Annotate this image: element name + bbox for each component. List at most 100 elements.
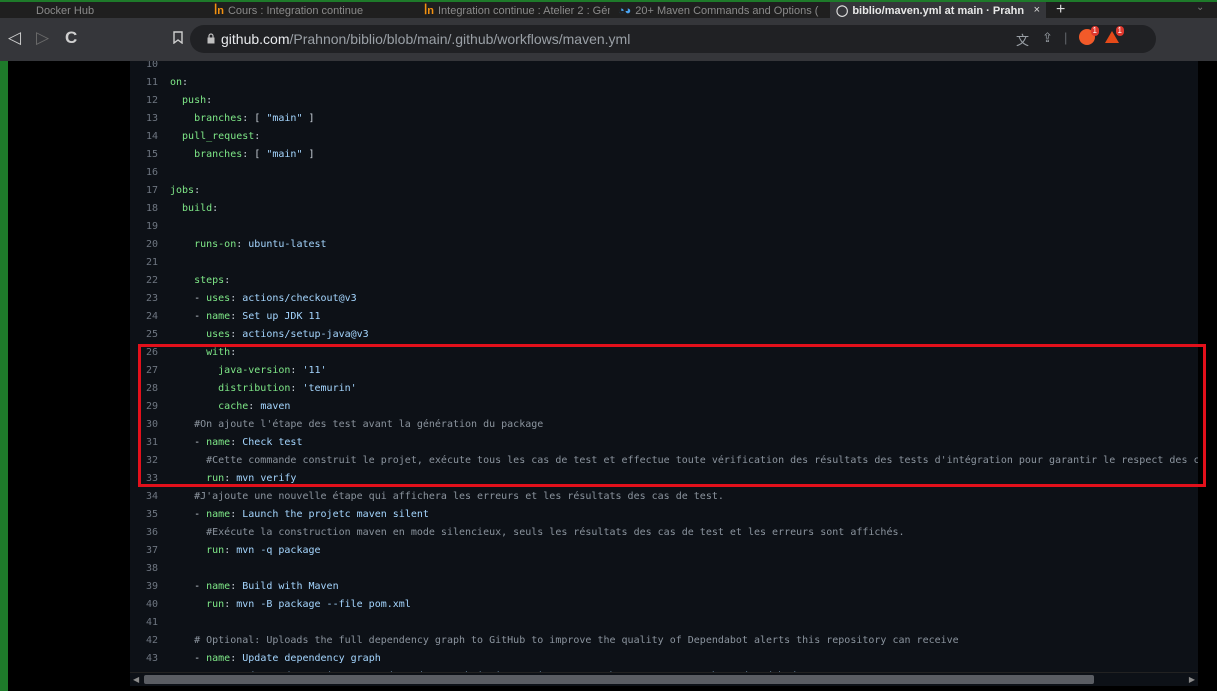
scrollbar-thumb[interactable] [144, 675, 1094, 684]
line-number[interactable]: 19 [130, 218, 158, 236]
line-number[interactable]: 17 [130, 182, 158, 200]
brave-shields-icon[interactable]: 1 [1079, 26, 1099, 45]
code-token: : [230, 437, 243, 448]
code-line: 37 run: mvn -q package [130, 542, 1198, 560]
line-number[interactable]: 30 [130, 416, 158, 434]
brave-rewards-icon[interactable]: 1 [1104, 26, 1124, 45]
line-content: run: mvn verify [170, 470, 296, 488]
rewards-badge-count: 1 [1115, 26, 1124, 36]
code-line: 18 build: [130, 200, 1198, 218]
line-content: build: [170, 200, 218, 218]
line-number[interactable]: 12 [130, 92, 158, 110]
line-content: branches: [ "main" ] [170, 110, 315, 128]
line-number[interactable]: 43 [130, 650, 158, 668]
line-number[interactable]: 14 [130, 128, 158, 146]
code-token: name [206, 311, 231, 322]
screen-border [0, 61, 8, 691]
code-token: #J'ajoute une nouvelle étape qui affiche… [170, 491, 724, 502]
tab-atelier-2[interactable]: ꟾn Integration continue : Atelier 2 : Gé… [418, 2, 610, 18]
line-number[interactable]: 25 [130, 326, 158, 344]
line-number[interactable]: 41 [130, 614, 158, 632]
scroll-left-arrow[interactable]: ◀ [133, 673, 139, 686]
code-token: : [230, 347, 237, 358]
address-bar[interactable]: github.com/Prahnon/biblio/blob/main/.git… [173, 25, 1156, 53]
code-token: : [ [242, 113, 267, 124]
line-number[interactable]: 21 [130, 254, 158, 272]
line-number[interactable]: 13 [130, 110, 158, 128]
close-icon[interactable]: × [1034, 3, 1040, 17]
line-number[interactable]: 42 [130, 632, 158, 650]
code-line: 28 distribution: 'temurin' [130, 380, 1198, 398]
line-number[interactable]: 29 [130, 398, 158, 416]
browser-toolbar: ◁ ▷ C github.com/Prahnon/biblio/blob/mai… [0, 18, 1217, 61]
horizontal-scrollbar[interactable]: ◀ ▶ [130, 672, 1198, 686]
tab-label: biblio/maven.yml at main · Prahn [852, 5, 1025, 17]
line-number[interactable]: 36 [130, 524, 158, 542]
code-line: 31 - name: Check test [130, 434, 1198, 452]
line-number[interactable]: 34 [130, 488, 158, 506]
tab-maven-yml[interactable]: ◯ biblio/maven.yml at main · Prahn × [830, 2, 1046, 18]
code-token: - [170, 509, 207, 520]
line-content: jobs: [170, 182, 200, 200]
line-number[interactable]: 23 [130, 290, 158, 308]
code-line: 19 [130, 218, 1198, 236]
new-tab-button[interactable]: + [1056, 2, 1065, 18]
tab-search-icon[interactable]: ⌄ [1196, 2, 1204, 13]
code-token: run [170, 599, 225, 610]
line-number[interactable]: 18 [130, 200, 158, 218]
line-number[interactable]: 24 [130, 308, 158, 326]
tab-cours-integration[interactable]: ꟾn Cours : Integration continue [208, 2, 398, 18]
code-token: "main" [266, 113, 303, 124]
line-number[interactable]: 37 [130, 542, 158, 560]
line-number[interactable]: 35 [130, 506, 158, 524]
reload-button[interactable]: C [65, 29, 77, 47]
line-number[interactable]: 39 [130, 578, 158, 596]
line-number[interactable]: 22 [130, 272, 158, 290]
share-icon[interactable]: ⇪ [1042, 30, 1053, 46]
code-token: branches [170, 113, 243, 124]
geeks-icon: ◔◕ [618, 5, 632, 17]
code-token: steps [170, 275, 225, 286]
back-button[interactable]: ◁ [8, 29, 21, 47]
forward-button[interactable]: ▷ [36, 29, 49, 47]
code-line: 16 [130, 164, 1198, 182]
line-number[interactable]: 32 [130, 452, 158, 470]
line-number[interactable]: 11 [130, 74, 158, 92]
line-content: run: mvn -B package --file pom.xml [170, 596, 411, 614]
code-token: ] [302, 113, 315, 124]
code-viewer[interactable]: 10 11 on: 12 push: 13 branches: [ "main" ] 14… [130, 61, 1198, 672]
code-token: : [224, 599, 237, 610]
code-token: : [290, 365, 303, 376]
line-content: #On ajoute l'étape des test avant la gén… [170, 416, 543, 434]
line-number[interactable]: 20 [130, 236, 158, 254]
tab-docker-hub[interactable]: Docker Hub [0, 2, 190, 18]
code-line: 30 #On ajoute l'étape des test avant la … [130, 416, 1198, 434]
line-content: branches: [ "main" ] [170, 146, 314, 164]
line-content: push: [170, 92, 212, 110]
line-number[interactable]: 33 [130, 470, 158, 488]
line-content: - name: Set up JDK 11 [170, 308, 320, 326]
code-token: Launch the projetc maven silent [242, 509, 429, 520]
line-number[interactable]: 31 [130, 434, 158, 452]
code-token: : [230, 653, 243, 664]
divider: | [1064, 30, 1068, 45]
tab-maven-commands[interactable]: ◔◕ 20+ Maven Commands and Options ( [612, 2, 826, 18]
page-viewport: 10 11 on: 12 push: 13 branches: [ "main" ] 14… [0, 61, 1217, 691]
line-number[interactable]: 15 [130, 146, 158, 164]
code-token: : [212, 203, 219, 214]
translate-icon[interactable]: 文 [1016, 30, 1029, 49]
scroll-right-arrow[interactable]: ▶ [1189, 673, 1195, 686]
code-token: maven [260, 401, 291, 412]
bookmark-icon[interactable] [173, 31, 183, 44]
code-token: Check test [242, 437, 303, 448]
code-token: : [230, 329, 243, 340]
line-number[interactable]: 26 [130, 344, 158, 362]
line-number[interactable]: 10 [130, 61, 158, 74]
line-number[interactable]: 40 [130, 596, 158, 614]
code-token: # Optional: Uploads the full dependency … [170, 635, 959, 646]
line-number[interactable]: 38 [130, 560, 158, 578]
line-number[interactable]: 16 [130, 164, 158, 182]
code-token: run [170, 545, 225, 556]
line-number[interactable]: 27 [130, 362, 158, 380]
line-number[interactable]: 28 [130, 380, 158, 398]
